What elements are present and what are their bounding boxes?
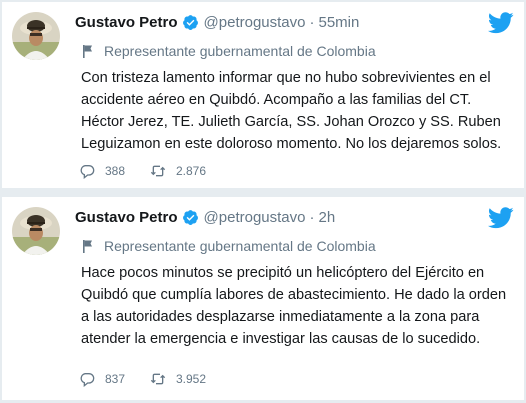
display-name[interactable]: Gustavo Petro bbox=[75, 14, 178, 31]
tweet-header: Gustavo Petro @petrogustavo · 55min bbox=[75, 11, 359, 33]
reply-button[interactable]: 388 bbox=[79, 163, 150, 179]
separator-dot: · bbox=[309, 13, 315, 31]
retweet-icon bbox=[150, 373, 166, 385]
tweet-actions: 837 3.952 bbox=[79, 371, 206, 387]
retweet-button[interactable]: 3.952 bbox=[150, 371, 206, 387]
reply-count: 388 bbox=[105, 164, 126, 178]
timestamp[interactable]: 55min bbox=[318, 14, 359, 31]
reply-icon bbox=[80, 373, 95, 387]
retweet-button[interactable]: 2.876 bbox=[150, 163, 206, 179]
tweet-actions: 388 2.876 bbox=[79, 163, 206, 179]
separator-dot: · bbox=[309, 208, 315, 226]
government-label[interactable]: Representante gubernamental de Colombia bbox=[81, 43, 376, 59]
reply-count: 837 bbox=[105, 372, 126, 386]
tweet-header: Gustavo Petro @petrogustavo · 2h bbox=[75, 206, 335, 228]
verified-badge-icon bbox=[182, 14, 199, 31]
verified-badge-icon bbox=[182, 209, 199, 226]
tweet-card[interactable]: Gustavo Petro @petrogustavo · 2h Represe… bbox=[2, 197, 524, 400]
reply-icon bbox=[80, 165, 95, 179]
label-text: Representante gubernamental de Colombia bbox=[104, 43, 376, 59]
flag-icon bbox=[83, 45, 92, 58]
avatar[interactable] bbox=[12, 207, 60, 255]
tweet-feed: Gustavo Petro @petrogustavo · 55min Repr… bbox=[0, 0, 526, 403]
timestamp[interactable]: 2h bbox=[318, 209, 335, 226]
retweet-count: 3.952 bbox=[176, 372, 207, 386]
label-text: Representante gubernamental de Colombia bbox=[104, 238, 376, 254]
retweet-count: 2.876 bbox=[176, 164, 207, 178]
avatar[interactable] bbox=[12, 12, 60, 60]
reply-button[interactable]: 837 bbox=[79, 371, 150, 387]
twitter-bird-icon[interactable] bbox=[487, 207, 514, 229]
retweet-icon bbox=[150, 165, 166, 177]
twitter-bird-icon[interactable] bbox=[487, 12, 514, 34]
government-label[interactable]: Representante gubernamental de Colombia bbox=[81, 238, 376, 254]
flag-icon bbox=[83, 240, 92, 253]
tweet-text: Con tristeza lamento informar que no hub… bbox=[81, 70, 502, 152]
user-handle[interactable]: @petrogustavo bbox=[204, 209, 306, 226]
tweet-text: Hace pocos minutos se precipitó un helic… bbox=[81, 265, 507, 347]
tweet-card[interactable]: Gustavo Petro @petrogustavo · 55min Repr… bbox=[2, 2, 524, 188]
user-handle[interactable]: @petrogustavo bbox=[204, 14, 306, 31]
display-name[interactable]: Gustavo Petro bbox=[75, 209, 178, 226]
